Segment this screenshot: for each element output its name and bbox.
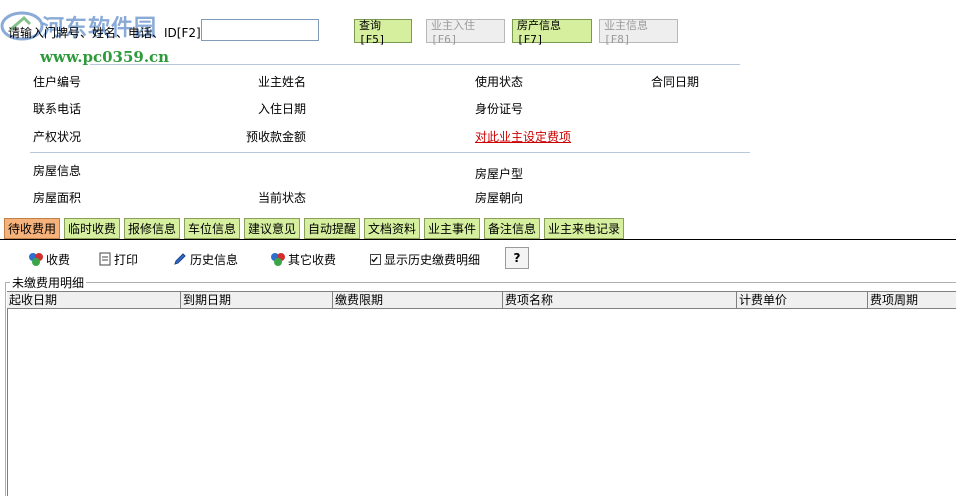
charge-icon — [29, 253, 43, 266]
checkbox-checked-icon — [370, 253, 381, 265]
household-no-label: 住户编号 — [33, 75, 82, 89]
tab-suggestions[interactable]: 建议意见 — [244, 218, 300, 239]
current-status-label: 当前状态 — [258, 191, 307, 205]
tab-pending-fees[interactable]: 待收费用 — [4, 218, 60, 239]
contract-date-label: 合同日期 — [651, 75, 700, 89]
tab-auto-reminder[interactable]: 自动提醒 — [304, 218, 360, 239]
move-in-date-label: 入住日期 — [258, 102, 307, 116]
tab-notes[interactable]: 备注信息 — [484, 218, 540, 239]
usage-status-label: 使用状态 — [475, 75, 524, 89]
column-header-fee-name[interactable]: 费项名称 — [503, 292, 737, 308]
divider — [30, 152, 750, 153]
column-header-due-date[interactable]: 到期日期 — [181, 292, 333, 308]
tab-owner-events[interactable]: 业主事件 — [424, 218, 480, 239]
search-input[interactable] — [201, 19, 319, 41]
move-in-button[interactable]: 业主入住[F6] — [426, 19, 505, 46]
prepaid-amount-label: 预收款金额 — [246, 130, 307, 144]
print-label: 打印 — [114, 252, 139, 267]
search-label: 请输入门牌号、姓名、电话、ID[F2] — [8, 26, 201, 40]
other-charge-label: 其它收费 — [288, 252, 337, 267]
property-status-label: 产权状况 — [33, 130, 82, 144]
help-button[interactable]: ? — [505, 247, 529, 269]
show-history-checkbox[interactable]: 显示历史缴费明细 — [370, 250, 480, 268]
fees-table-body[interactable] — [7, 309, 956, 496]
column-header-payment-deadline[interactable]: 缴费限期 — [333, 292, 503, 308]
tab-temp-charge[interactable]: 临时收费 — [64, 218, 120, 239]
other-charge-button[interactable]: 其它收费 — [270, 250, 336, 268]
column-header-start-date[interactable]: 起收日期 — [7, 292, 181, 308]
show-history-label: 显示历史缴费明细 — [384, 252, 481, 267]
tab-parking-info[interactable]: 车位信息 — [184, 218, 240, 239]
column-header-fee-period[interactable]: 费项周期 — [868, 292, 956, 308]
unpaid-fees-title: 未缴费用明细 — [10, 274, 87, 291]
query-button[interactable]: 查询[F5] — [354, 19, 412, 46]
fees-table-header: 起收日期 到期日期 缴费限期 费项名称 计费单价 费项周期 — [7, 291, 956, 309]
owner-name-label: 业主姓名 — [258, 75, 307, 89]
house-info-label: 房屋信息 — [33, 164, 82, 178]
charge-button[interactable]: 收费 — [28, 250, 70, 268]
history-button[interactable]: 历史信息 — [172, 250, 238, 268]
house-info-button[interactable]: 房产信息[F7] — [512, 19, 592, 46]
divider — [90, 64, 740, 65]
set-fees-link[interactable]: 对此业主设定费项 — [475, 128, 571, 145]
house-type-label: 房屋户型 — [475, 167, 524, 181]
other-charge-icon — [271, 253, 285, 266]
print-icon — [99, 252, 111, 266]
tab-baseline — [0, 239, 956, 240]
column-header-unit-price[interactable]: 计费单价 — [737, 292, 868, 308]
tab-call-records[interactable]: 业主来电记录 — [544, 218, 624, 239]
tab-documents[interactable]: 文档资料 — [364, 218, 420, 239]
charge-label: 收费 — [46, 252, 71, 267]
owner-info-button[interactable]: 业主信息[F8] — [599, 19, 678, 46]
print-button[interactable]: 打印 — [98, 250, 138, 268]
history-label: 历史信息 — [190, 252, 239, 267]
id-no-label: 身份证号 — [475, 102, 524, 116]
house-area-label: 房屋面积 — [33, 191, 82, 205]
orientation-label: 房屋朝向 — [475, 191, 524, 205]
phone-label: 联系电话 — [33, 102, 82, 116]
pencil-icon — [174, 253, 186, 265]
tab-repair-info[interactable]: 报修信息 — [124, 218, 180, 239]
